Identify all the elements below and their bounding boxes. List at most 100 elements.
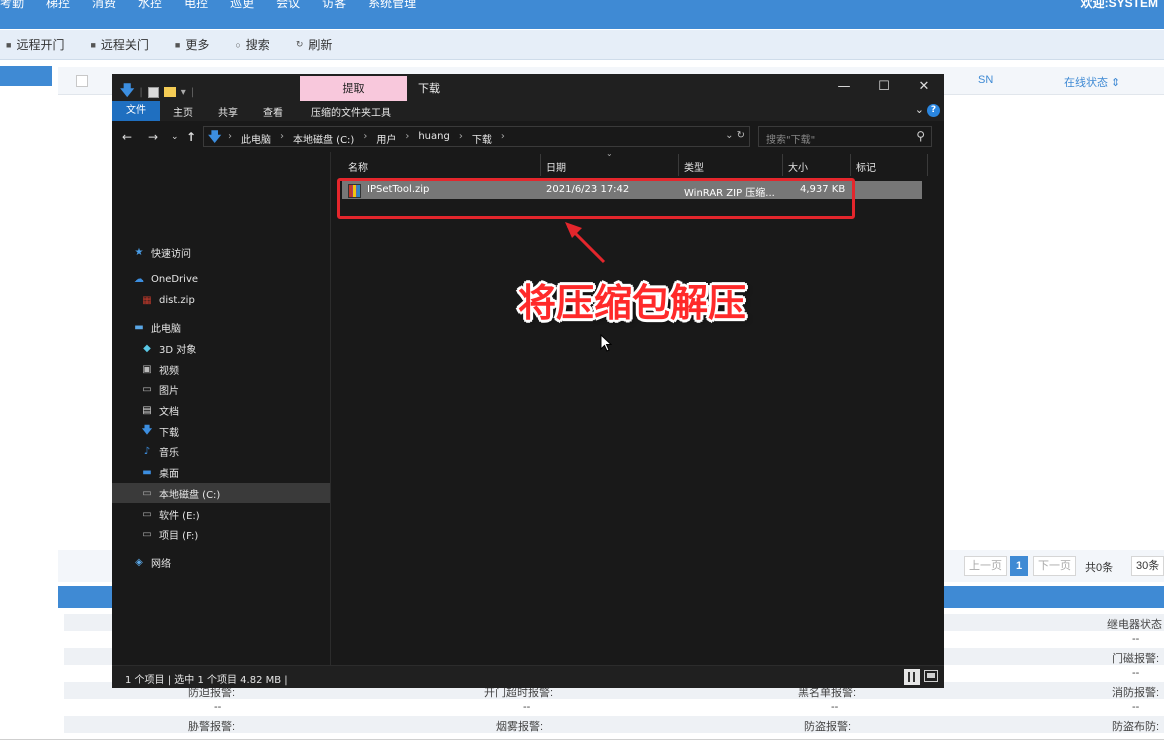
- help-icon[interactable]: ?: [927, 104, 940, 117]
- detail-row: -- -- -- --: [64, 699, 1164, 716]
- breadcrumb-local-c[interactable]: 本地磁盘 (C:): [293, 131, 354, 146]
- menu-item-attendance[interactable]: 考勤: [0, 0, 24, 11]
- more-button[interactable]: ■ 更多: [175, 36, 209, 53]
- column-divider[interactable]: [678, 154, 679, 176]
- detail-row: 胁警报警: 烟雾报警: 防盗报警: 防盗布防:: [64, 716, 1164, 733]
- tab-home[interactable]: 主页: [173, 104, 193, 119]
- search-input[interactable]: 搜索"下载" ⚲: [758, 126, 932, 147]
- maximize-icon[interactable]: ☐: [864, 74, 904, 101]
- theft-arm-label: 防盗布防:: [1112, 721, 1160, 733]
- refresh-icon: ↻: [295, 39, 304, 49]
- next-page-button[interactable]: 下一页: [1033, 556, 1076, 576]
- recent-locations-icon[interactable]: ⌄: [171, 132, 179, 142]
- network-icon: ◈: [135, 556, 143, 568]
- menu-item-patrol[interactable]: 巡更: [230, 0, 254, 11]
- sidebar-tab[interactable]: [0, 66, 52, 86]
- nav-pictures[interactable]: ▭ 图片: [140, 379, 330, 399]
- ribbon-expand-icon[interactable]: ⌄: [915, 103, 924, 116]
- refresh-button[interactable]: ↻ 刷新: [296, 36, 333, 53]
- address-bar[interactable]: 🡇 › 此电脑 › 本地磁盘 (C:) › 用户 › huang › 下载 › …: [203, 126, 750, 147]
- breadcrumb-this-pc[interactable]: 此电脑: [241, 131, 271, 146]
- column-type[interactable]: 类型: [684, 159, 704, 174]
- customize-toolbar-icon[interactable]: ▾: [181, 87, 186, 98]
- refresh-label: 刷新: [308, 38, 333, 52]
- relay-status-value: --: [1132, 633, 1140, 645]
- tab-share[interactable]: 共享: [218, 104, 238, 119]
- nav-documents[interactable]: ▤ 文档: [140, 400, 330, 420]
- nav-this-pc[interactable]: ▬ 此电脑: [132, 317, 330, 337]
- column-online-status[interactable]: 在线状态 ⇕: [1064, 74, 1120, 90]
- column-divider[interactable]: [850, 154, 851, 176]
- details-view-icon[interactable]: [904, 669, 920, 685]
- door-icon: ■: [6, 39, 12, 50]
- breadcrumb-users[interactable]: 用户: [376, 131, 396, 146]
- tab-file[interactable]: 文件: [112, 101, 160, 121]
- chevron-right-icon: ›: [458, 131, 463, 142]
- back-icon[interactable]: ←: [122, 130, 132, 144]
- column-name[interactable]: 名称: [348, 159, 368, 174]
- nav-local-disk-c[interactable]: ▭ 本地磁盘 (C:): [112, 483, 330, 503]
- forward-icon[interactable]: →: [148, 130, 158, 144]
- column-divider[interactable]: [540, 154, 541, 176]
- picture-icon: ▭: [142, 383, 152, 395]
- properties-icon[interactable]: [147, 86, 159, 98]
- nav-project-f[interactable]: ▭ 项目 (F:): [140, 524, 330, 544]
- search-placeholder: 搜索"下载": [766, 135, 816, 146]
- address-dropdown-refresh-icon[interactable]: ⌄ ↻: [725, 130, 745, 141]
- tab-compressed-tools[interactable]: 压缩的文件夹工具: [311, 104, 391, 119]
- search-button[interactable]: ○ 搜索: [235, 36, 269, 53]
- desktop-icon: ▬: [142, 466, 152, 478]
- nav-downloads[interactable]: 🡇 下载: [140, 421, 330, 441]
- menu-item-elevator[interactable]: 梯控: [46, 0, 70, 11]
- column-size[interactable]: 大小: [788, 159, 808, 174]
- menu-item-water[interactable]: 水控: [138, 0, 162, 11]
- remote-open-button[interactable]: ■ 远程开门: [6, 36, 64, 53]
- menu-item-visitor[interactable]: 访客: [322, 0, 346, 11]
- column-divider[interactable]: [927, 154, 928, 176]
- mouse-cursor-icon: [600, 334, 612, 352]
- column-sn[interactable]: SN: [978, 74, 993, 86]
- minimize-icon[interactable]: —: [824, 74, 864, 101]
- nav-network[interactable]: ◈ 网络: [132, 552, 330, 572]
- tab-extract[interactable]: 提取: [300, 76, 407, 101]
- nav-onedrive[interactable]: ☁ OneDrive: [132, 269, 330, 289]
- breadcrumb-downloads[interactable]: 下载: [472, 131, 492, 146]
- prev-page-button[interactable]: 上一页: [964, 556, 1007, 576]
- tab-view[interactable]: 查看: [263, 104, 283, 119]
- remote-close-button[interactable]: ■ 远程关门: [90, 36, 148, 53]
- nav-dist-zip[interactable]: ▦ dist.zip: [140, 290, 330, 310]
- page-size-select[interactable]: 30条: [1131, 556, 1164, 576]
- menu-item-system[interactable]: 系统管理: [368, 0, 416, 11]
- large-icons-view-icon[interactable]: [924, 670, 938, 682]
- fire-alarm-label: 消防报警:: [1112, 687, 1160, 699]
- search-icon: ⚲: [916, 129, 925, 143]
- column-tag[interactable]: 标记: [856, 159, 876, 174]
- nav-label: 此电脑: [151, 323, 181, 335]
- menu-item-power[interactable]: 电控: [184, 0, 208, 11]
- door-alarm-value: --: [1132, 667, 1140, 679]
- download-arrow-icon: 🡇: [141, 424, 153, 436]
- nav-software-e[interactable]: ▭ 软件 (E:): [140, 504, 330, 524]
- breadcrumb-huang[interactable]: huang: [418, 131, 450, 146]
- nav-label: 网络: [151, 558, 171, 570]
- nav-label: 本地磁盘 (C:): [159, 489, 221, 501]
- pane-splitter[interactable]: [330, 152, 331, 665]
- menu-item-consume[interactable]: 消费: [92, 0, 116, 11]
- nav-quick-access[interactable]: ★ 快速访问: [132, 242, 330, 262]
- star-icon: ★: [134, 246, 144, 258]
- close-icon[interactable]: ✕: [904, 74, 944, 101]
- column-date[interactable]: 日期: [546, 159, 566, 174]
- nav-label: 音乐: [159, 447, 179, 459]
- nav-3d-objects[interactable]: ◆ 3D 对象: [140, 338, 330, 358]
- column-divider[interactable]: [782, 154, 783, 176]
- nav-label: 桌面: [159, 468, 179, 480]
- up-icon[interactable]: ↑: [186, 130, 196, 144]
- nav-videos[interactable]: ▣ 视频: [140, 359, 330, 379]
- current-page[interactable]: 1: [1010, 556, 1028, 576]
- fire-alarm-value: --: [1132, 701, 1140, 713]
- new-folder-icon[interactable]: [163, 87, 176, 97]
- nav-music[interactable]: ♪ 音乐: [140, 441, 330, 461]
- menu-item-meeting[interactable]: 会议: [276, 0, 300, 11]
- nav-desktop[interactable]: ▬ 桌面: [140, 462, 330, 482]
- select-all-checkbox[interactable]: [76, 75, 88, 87]
